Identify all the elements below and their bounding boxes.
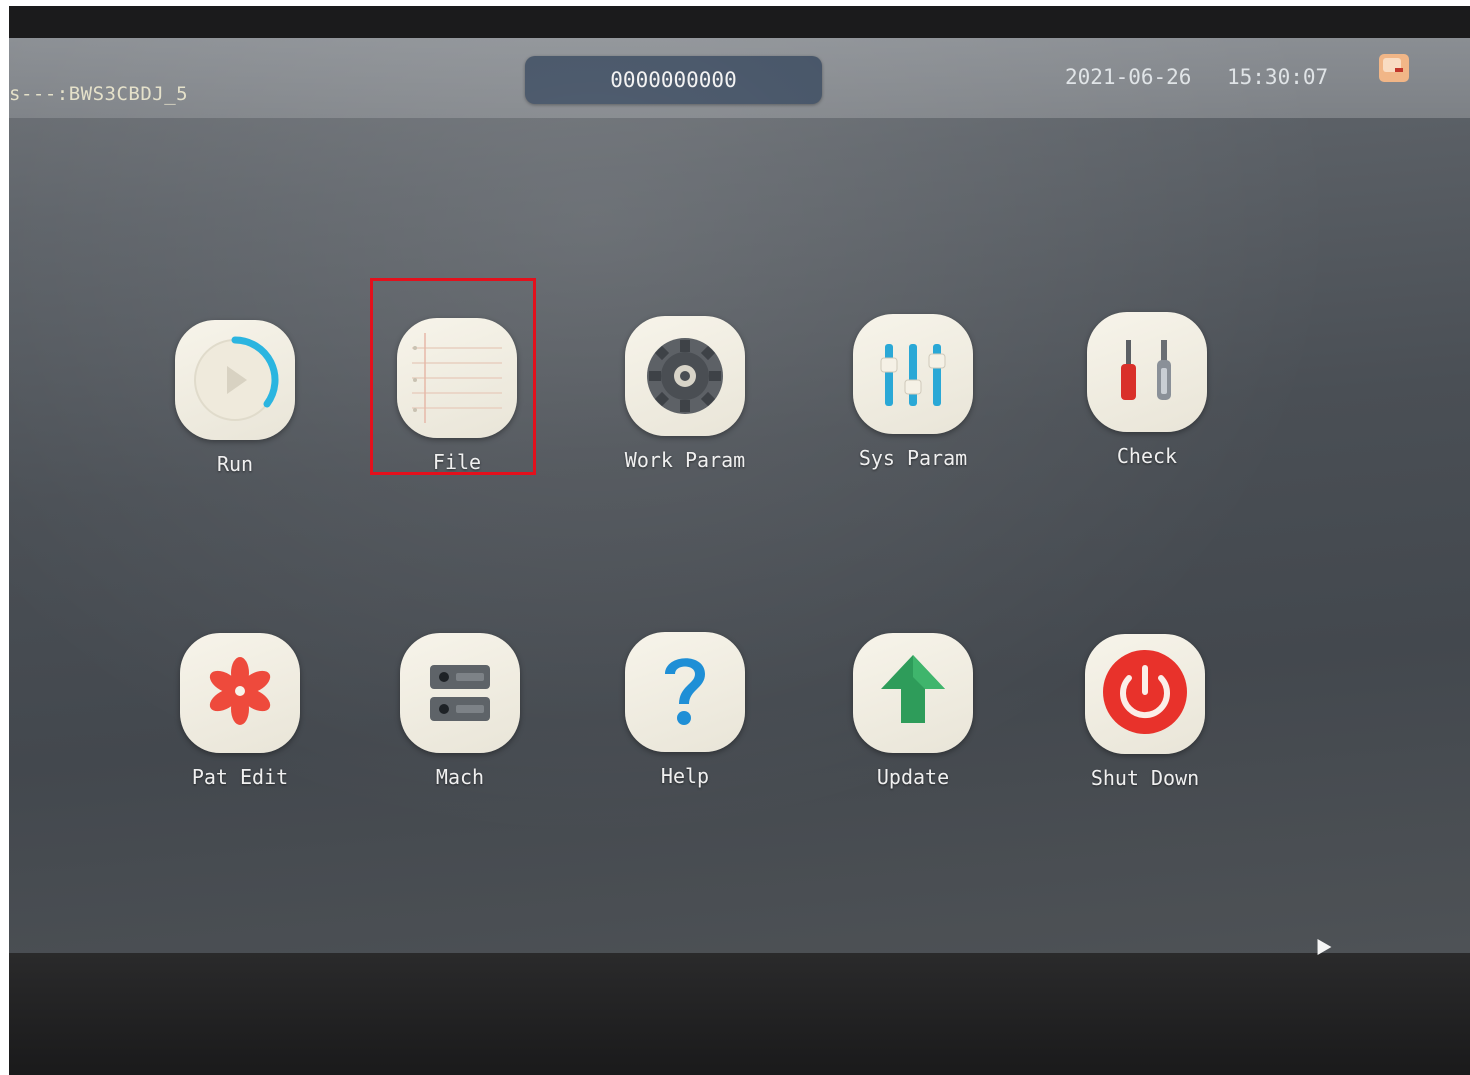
mach-label: Mach <box>435 765 485 789</box>
mach-button[interactable]: Mach <box>375 633 545 789</box>
date-display: 2021-06-26 <box>1065 65 1192 89</box>
update-button[interactable]: Update <box>828 633 998 789</box>
monitor-bottom-bezel <box>9 953 1470 1075</box>
run-button[interactable]: Run <box>150 320 320 476</box>
work-param-button[interactable]: Work Param <box>600 316 770 472</box>
pat-edit-label: Pat Edit <box>191 765 289 789</box>
sliders-icon <box>853 314 973 434</box>
help-label: Help <box>660 764 710 788</box>
selection-highlight-box <box>370 278 536 475</box>
question-icon <box>625 632 745 752</box>
tools-icon <box>1087 312 1207 432</box>
shut-down-label: Shut Down <box>1090 766 1200 790</box>
shut-down-button[interactable]: Shut Down <box>1060 634 1230 790</box>
time-display: 15:30:07 <box>1227 65 1329 89</box>
update-label: Update <box>876 765 950 789</box>
check-label: Check <box>1116 444 1178 468</box>
machine-icon <box>400 633 520 753</box>
power-icon <box>1085 634 1205 754</box>
machine-id-label: s---:BWS3CBDJ_5 <box>9 83 189 105</box>
help-button[interactable]: Help <box>600 632 770 788</box>
status-bar: s---:BWS3CBDJ_5 0000000000 2021-06-26 15… <box>9 38 1470 118</box>
check-button[interactable]: Check <box>1062 312 1232 468</box>
up-arrow-icon <box>853 633 973 753</box>
pat-edit-button[interactable]: Pat Edit <box>155 633 325 789</box>
hmi-screen: s---:BWS3CBDJ_5 0000000000 2021-06-26 15… <box>9 38 1470 953</box>
run-label: Run <box>216 452 254 476</box>
sys-param-button[interactable]: Sys Param <box>828 314 998 470</box>
flower-icon <box>180 633 300 753</box>
play-progress-icon <box>175 320 295 440</box>
serial-number-box[interactable]: 0000000000 <box>525 56 822 104</box>
work-param-label: Work Param <box>624 448 746 472</box>
user-icon[interactable] <box>1379 54 1409 82</box>
sys-param-label: Sys Param <box>858 446 968 470</box>
gear-icon <box>625 316 745 436</box>
